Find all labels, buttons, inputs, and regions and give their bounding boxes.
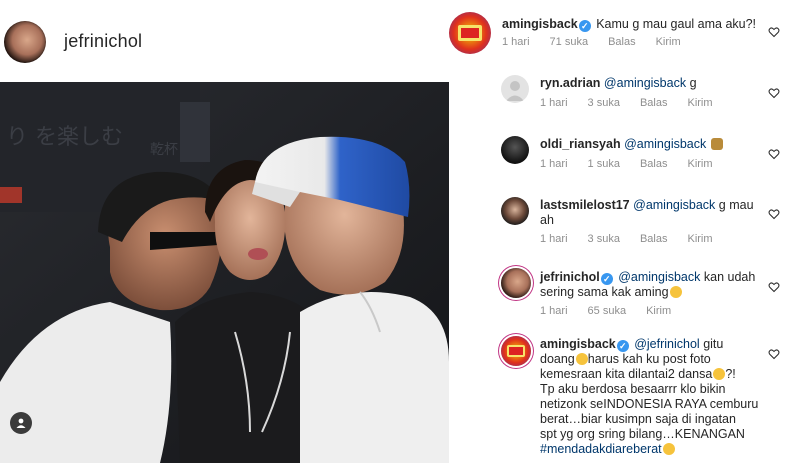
comment-mention[interactable]: @amingisback: [633, 198, 715, 212]
comment-time[interactable]: 1 hari: [502, 36, 530, 48]
comment-likes[interactable]: 65 suka: [588, 305, 627, 317]
send-button[interactable]: Kirim: [656, 36, 681, 48]
comment-mention[interactable]: @jefrinichol: [634, 337, 700, 351]
comment-text-line3b: ?!: [725, 367, 736, 381]
heart-icon[interactable]: [768, 208, 780, 220]
reply-button[interactable]: Balas: [640, 97, 668, 109]
comment-mention[interactable]: @amingisback: [604, 76, 686, 90]
comment-body: amingisback ✓ Kamu g mau gaul ama aku?!: [502, 17, 756, 32]
comment-text: g mau: [718, 198, 754, 212]
comment-body: jefrinichol ✓ @amingisback kan udah serin…: [540, 270, 755, 300]
post-photo[interactable]: り を楽しむ 乾杯: [0, 82, 449, 463]
emoji-icon: [713, 368, 726, 380]
comment-mention[interactable]: @amingisback: [618, 270, 700, 284]
heart-icon[interactable]: [768, 348, 780, 360]
reply-button[interactable]: Balas: [640, 158, 668, 170]
verified-badge-icon: ✓: [578, 20, 591, 32]
comment-text-line1: gitu: [703, 337, 724, 351]
comment-avatar[interactable]: [501, 75, 529, 103]
emoji-icon: [575, 353, 588, 365]
comment-username[interactable]: amingisback: [502, 17, 578, 31]
reply-button[interactable]: Balas: [640, 233, 668, 245]
verified-badge-icon: ✓: [616, 340, 629, 352]
send-button[interactable]: Kirim: [646, 305, 671, 317]
comment-username[interactable]: lastsmilelost17: [540, 198, 630, 212]
post-header: jefrinichol: [0, 0, 450, 82]
comment-username[interactable]: oldi_riansyah: [540, 137, 621, 151]
comment-text: g: [689, 76, 697, 90]
comment-time[interactable]: 1 hari: [540, 97, 568, 109]
comment-text-line4: Tp aku berdosa besaarrr klo bikin: [540, 382, 726, 396]
comment-time[interactable]: 1 hari: [540, 305, 568, 317]
comment-mention[interactable]: @amingisback: [624, 137, 706, 151]
comment-text-line5: netizonk seINDONESIA RAYA cemburu: [540, 397, 759, 411]
heart-icon[interactable]: [768, 87, 780, 99]
send-button[interactable]: Kirim: [687, 158, 712, 170]
photo-illustration: り を楽しむ 乾杯: [0, 82, 449, 463]
emoji-icon: [662, 443, 675, 455]
comment-time[interactable]: 1 hari: [540, 233, 568, 245]
comment-avatar[interactable]: [501, 197, 529, 225]
svg-text:乾杯: 乾杯: [150, 142, 178, 158]
heart-icon[interactable]: [768, 26, 780, 38]
comment-text: kan udah: [703, 270, 756, 284]
comment-avatar[interactable]: [501, 336, 531, 366]
emoji-icon: [669, 286, 682, 298]
comments-panel: amingisback ✓ Kamu g mau gaul ama aku?! 1…: [449, 0, 800, 475]
comment-avatar[interactable]: [501, 268, 531, 298]
comment-text-line7: spt yg org sring bilang…KENANGAN: [540, 427, 745, 441]
heart-icon[interactable]: [768, 281, 780, 293]
comment-text-line2b: harus kah ku post foto: [587, 352, 711, 366]
post-author-avatar[interactable]: [4, 21, 46, 63]
heart-icon[interactable]: [768, 148, 780, 160]
comment-meta: 1 hari 65 suka Kirim: [540, 305, 671, 317]
comment-meta: 1 hari 3 suka Balas Kirim: [540, 97, 713, 109]
comment-likes[interactable]: 71 suka: [550, 36, 589, 48]
comment-text-line2: ah: [540, 213, 554, 227]
verified-badge-icon: ✓: [600, 273, 613, 285]
emoji-icon: [710, 138, 723, 150]
comment-body: amingisback ✓ @jefrinichol gitu doang haru…: [540, 337, 790, 457]
user-tag-icon[interactable]: [10, 412, 32, 434]
comment-meta: 1 hari 71 suka Balas Kirim: [502, 36, 681, 48]
comment-body: oldi_riansyah @amingisback: [540, 137, 723, 152]
comment-hashtag[interactable]: #mendadakdiareberat: [540, 442, 662, 456]
comment-likes[interactable]: 3 suka: [588, 97, 620, 109]
post-author-username[interactable]: jefrinichol: [64, 31, 142, 52]
reply-button[interactable]: Balas: [608, 36, 636, 48]
comment-time[interactable]: 1 hari: [540, 158, 568, 170]
comment-avatar[interactable]: [501, 136, 529, 164]
comment-meta: 1 hari 3 suka Balas Kirim: [540, 233, 713, 245]
comment-likes[interactable]: 1 suka: [588, 158, 620, 170]
comment-text-line2: doang: [540, 352, 575, 366]
send-button[interactable]: Kirim: [687, 233, 712, 245]
comment-text: Kamu g mau gaul ama aku?!: [596, 17, 757, 31]
comment-text-line3: kemesraan kita dilantai2 dansa: [540, 367, 713, 381]
comment-text-line6: berat…biar kusimpn saja di ingatan: [540, 412, 736, 426]
comment-username[interactable]: jefrinichol: [540, 270, 600, 284]
comment-username[interactable]: ryn.adrian: [540, 76, 600, 90]
send-button[interactable]: Kirim: [687, 97, 712, 109]
comment-text-line2: sering sama kak aming: [540, 285, 669, 299]
comment-meta: 1 hari 1 suka Balas Kirim: [540, 158, 713, 170]
comment-avatar[interactable]: [449, 12, 491, 54]
svg-text:り を楽しむ: り を楽しむ: [6, 125, 123, 150]
comment-body: ryn.adrian @amingisback g: [540, 76, 697, 91]
comment-username[interactable]: amingisback: [540, 337, 616, 351]
comment-likes[interactable]: 3 suka: [588, 233, 620, 245]
comment-body: lastsmilelost17 @amingisback g mau ah: [540, 198, 754, 228]
